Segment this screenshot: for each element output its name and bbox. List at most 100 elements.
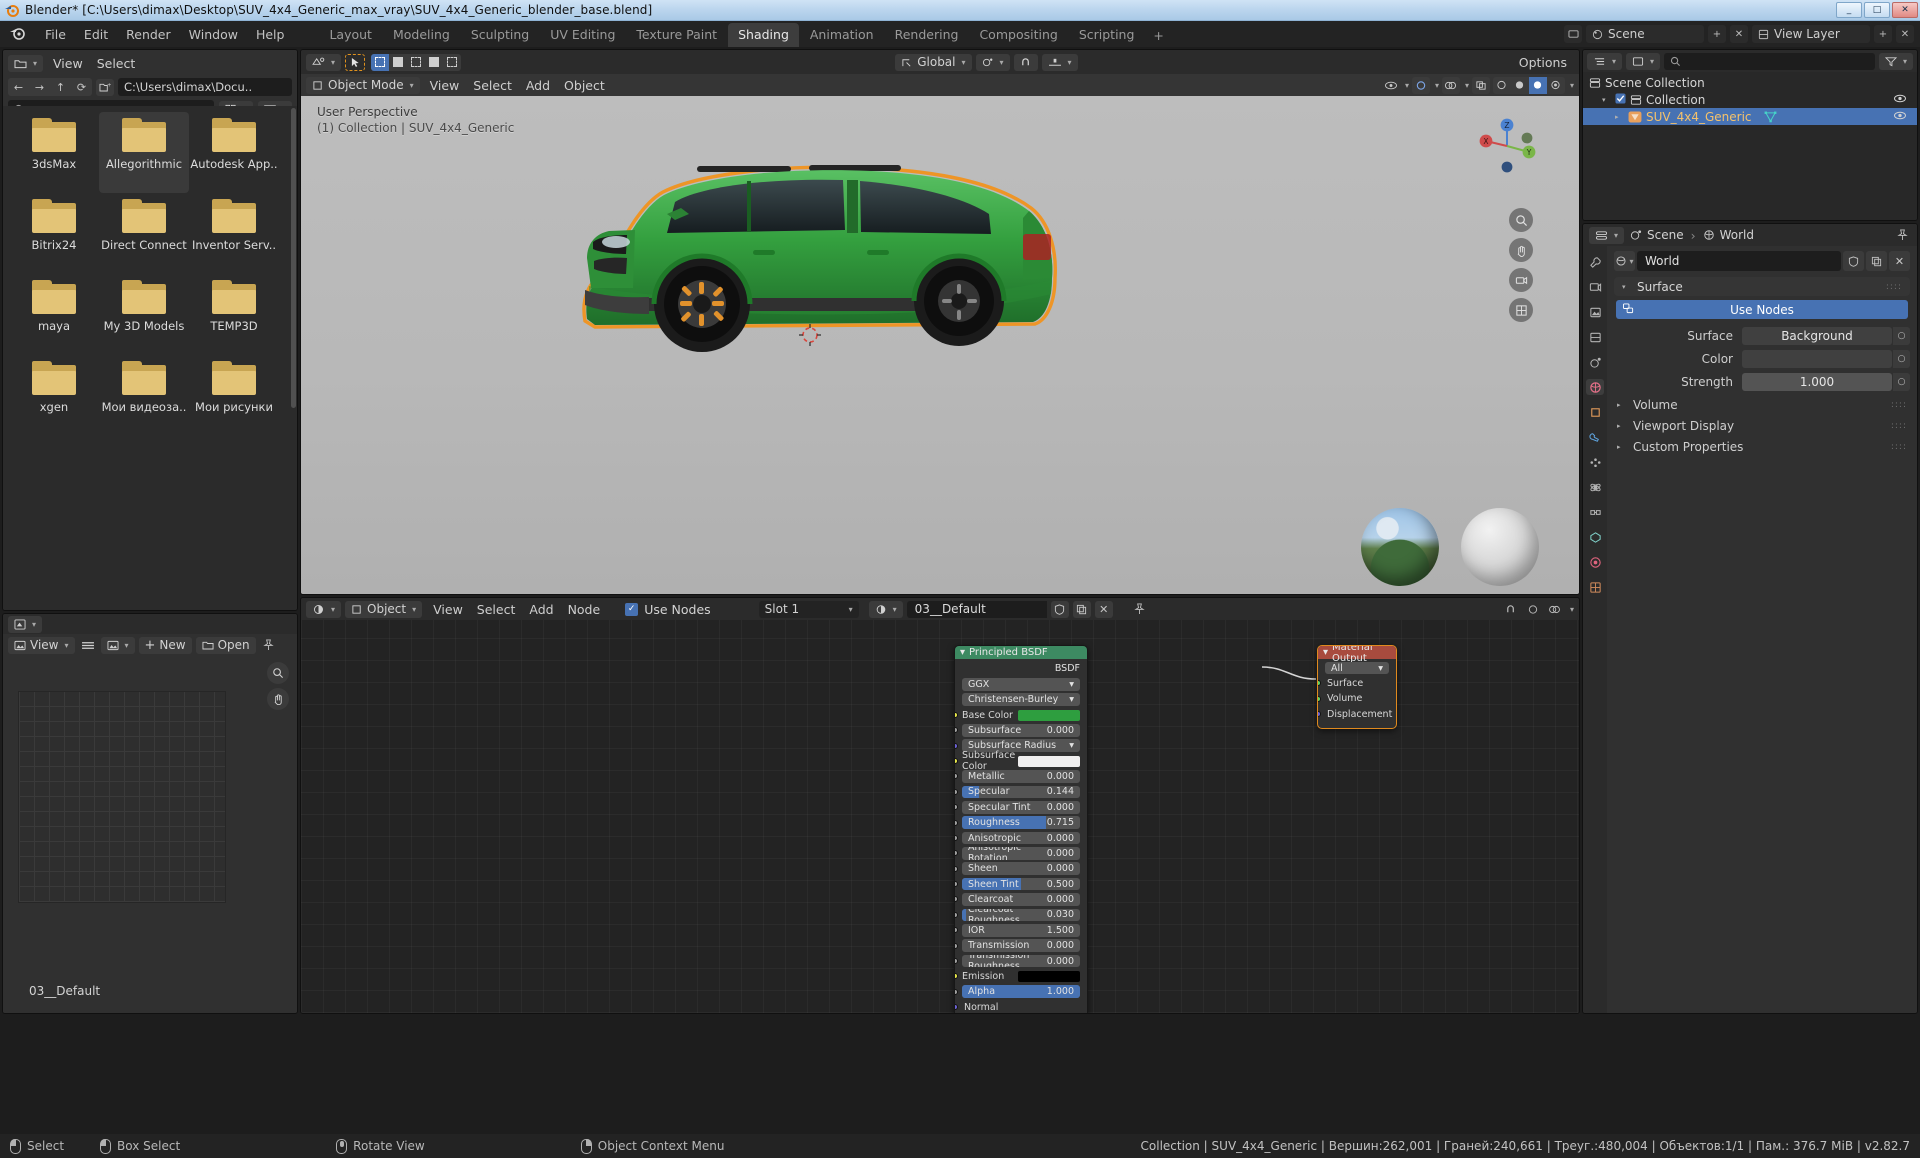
world-copy-icon[interactable] [1866,251,1887,271]
node-snap-options-icon[interactable] [1524,601,1542,618]
world-fake-user-icon[interactable] [1843,251,1864,271]
shading-mode-group[interactable] [1492,76,1565,94]
node-slider[interactable]: Anisotropic Rotation 0.000 [962,847,1080,860]
minimize-button[interactable]: _ [1836,2,1862,18]
breadcrumb-item-scene[interactable]: Scene [1630,228,1684,242]
overlays-toggle-icon[interactable] [1441,76,1460,94]
tab-view-layer[interactable] [1586,329,1604,345]
node-input-row[interactable]: Anisotropic Rotation 0.000 [955,846,1080,860]
node-socket-purple[interactable] [1318,711,1321,718]
shader-editor-type-selector[interactable]: ▾ [306,600,342,618]
select-mode-extend-icon[interactable] [389,54,407,71]
image-pan-icon[interactable] [267,688,289,710]
blender-logo-icon[interactable] [8,25,30,43]
node-input-row[interactable]: Subsurface 0.000 [955,723,1080,737]
node-input-row[interactable]: Metallic 0.000 [955,769,1080,783]
tab-physics[interactable] [1586,479,1604,495]
select-mode-group[interactable] [371,53,462,71]
tab-data[interactable] [1586,529,1604,545]
node-header[interactable]: ▾ Principled BSDF [955,646,1087,659]
node-input-row[interactable]: Base Color [955,708,1080,722]
property-animate-dot[interactable]: ○ [1893,326,1910,345]
material-slot-selector[interactable]: Slot 1 ▾ [758,600,859,618]
shader-type-selector[interactable]: Object ▾ [345,600,423,618]
outliner-display-mode-selector[interactable]: ▾ [1626,52,1661,70]
world-browse-icon[interactable]: ▾ [1614,251,1635,271]
workspace-tab-scripting[interactable]: Scripting [1069,23,1145,47]
forward-icon[interactable]: → [29,78,50,96]
select-mode-invert-icon[interactable] [425,54,443,71]
image-editor-type-selector[interactable]: ▾ [8,615,43,633]
node-slider[interactable]: IOR 1.500 [962,923,1080,937]
node-socket-grey[interactable] [955,942,958,949]
color-swatch[interactable] [1018,970,1080,982]
node-input-row[interactable]: Specular 0.144 [955,785,1080,799]
file-nav-group[interactable]: ← → ↑ ⟳ [8,78,92,96]
suv-3d-model[interactable] [571,138,1071,388]
node-socket-grey[interactable] [955,834,958,841]
workspace-tab-modeling[interactable]: Modeling [383,23,460,47]
close-button[interactable]: ✕ [1892,2,1918,18]
disclosure-triangle-icon[interactable]: ▸ [1615,113,1624,121]
viewport-menu-add[interactable]: Add [519,76,557,95]
new-viewlayer-button[interactable]: + [1874,25,1892,43]
world-name-field[interactable]: World [1637,251,1841,271]
node-socket-yellow[interactable] [955,973,958,980]
properties-pin-icon[interactable] [1893,227,1911,244]
open-image-button[interactable]: Open [195,636,256,654]
node-socket-green[interactable] [1318,680,1321,687]
panel-header-custom-properties[interactable]: ▸ Custom Properties:::: [1614,437,1910,456]
node-socket-grey[interactable] [955,788,958,795]
file-item[interactable]: maya [9,274,99,355]
node-slider[interactable]: Anisotropic 0.000 [962,831,1080,845]
property-animate-dot[interactable]: ○ [1893,372,1910,391]
viewlayer-selector[interactable]: View Layer [1752,25,1870,43]
select-mode-set-icon[interactable] [371,53,390,71]
node-slider[interactable]: Transmission Roughness 0.000 [962,954,1080,968]
topbar-menu-edit[interactable]: Edit [75,24,117,45]
overlay-node-icon[interactable] [1546,601,1564,618]
outliner-row[interactable]: ▾ Collection [1583,91,1917,108]
workspace-tab-sculpting[interactable]: Sculpting [461,23,539,47]
node-input-row[interactable]: Roughness 0.715 [955,816,1080,830]
shader-menu-node[interactable]: Node [561,600,608,619]
outliner-filter-selector[interactable]: ▾ [1878,52,1913,70]
shader-pin-icon[interactable] [1131,601,1149,618]
node-input-row[interactable]: Displacement [1318,707,1392,721]
tab-tool[interactable] [1586,254,1604,270]
topbar-menu-window[interactable]: Window [180,24,247,45]
parent-dir-icon[interactable]: ↑ [50,78,71,96]
node-input-row[interactable]: Volume [1318,692,1389,706]
tab-world[interactable] [1586,379,1604,395]
node-slider[interactable]: Clearcoat 0.000 [962,893,1080,906]
node-input-row[interactable]: Clearcoat Roughness 0.030 [955,908,1080,922]
node-socket-grey[interactable] [955,850,958,857]
pin-icon[interactable] [260,637,278,654]
shader-menu-select[interactable]: Select [470,600,523,619]
node-socket-grey[interactable] [955,865,958,872]
node-input-row[interactable]: Emission [955,969,1080,983]
image-zoom-icon[interactable] [267,662,289,684]
workspace-tab-shading[interactable]: Shading [728,23,799,47]
viewport-canvas[interactable]: User Perspective (1) Collection | SUV_4x… [301,96,1579,594]
tab-output[interactable] [1586,304,1604,320]
node-input-row[interactable]: Transmission 0.000 [955,939,1080,953]
panel-header-surface[interactable]: ▾ Surface:::: [1614,277,1910,296]
disclosure-triangle-icon[interactable]: ▾ [1602,96,1611,104]
node-socket-grey[interactable] [955,957,958,964]
file-item[interactable]: Inventor Serv.. [189,193,279,274]
disclosure-triangle-icon[interactable]: ▸ [1617,401,1626,409]
select-mode-subtract-icon[interactable] [407,54,425,71]
select-mode-intersect-icon[interactable] [443,54,461,71]
property-value-surface[interactable]: Background [1742,326,1892,345]
node-socket-grey[interactable] [955,911,958,918]
outliner-checkbox[interactable] [1615,92,1626,107]
outliner-search-input[interactable] [1664,52,1875,70]
property-value-strength[interactable]: 1.000 [1742,372,1892,391]
node-socket-grey[interactable] [955,927,958,934]
property-animate-dot[interactable]: ○ [1893,349,1910,368]
panel-header-volume[interactable]: ▸ Volume:::: [1614,395,1910,414]
file-item[interactable]: Мои рисунки [189,355,279,436]
pan-view-icon[interactable] [1509,238,1533,262]
file-item[interactable]: My 3D Models [99,274,189,355]
